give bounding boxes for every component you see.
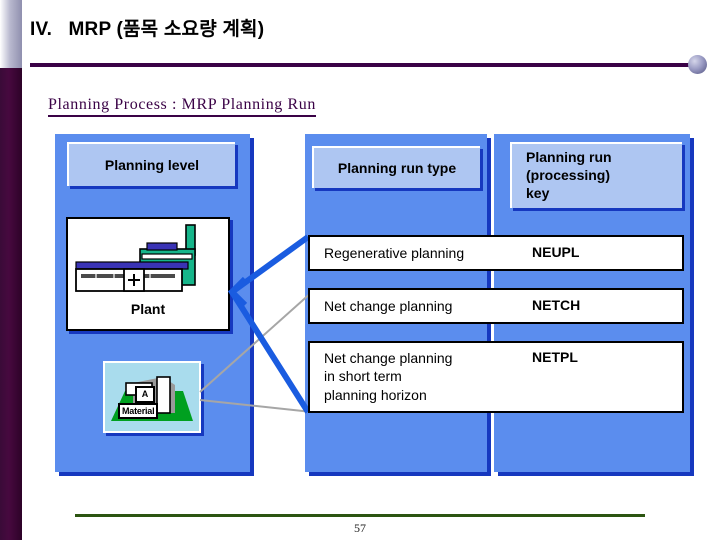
row-planning-run-type: Regenerative planning: [324, 245, 465, 261]
plant-level-card[interactable]: Plant: [66, 217, 230, 331]
material-level-card[interactable]: A Material: [103, 361, 201, 433]
footer-divider-rule: [75, 514, 645, 517]
table-row[interactable]: Regenerative planning NEUPL: [308, 235, 684, 271]
factory-plant-icon: [75, 224, 196, 292]
column-header-planning-run-key: Planning run (processing) key: [510, 142, 682, 208]
row-planning-run-key: NETPL: [532, 349, 578, 365]
column-header-planning-run-type: Planning run type: [312, 146, 480, 188]
page-title: IV. MRP (품목 소요량 계획): [30, 19, 265, 40]
column-header-planning-run-type-label: Planning run type: [337, 160, 457, 176]
row-planning-run-type: Net change planning: [324, 298, 453, 314]
row-planning-run-type: Net change planning in short term planni…: [324, 350, 453, 403]
column-header-planning-level-label: Planning level: [104, 157, 200, 173]
material-block-label: A: [135, 386, 155, 403]
left-rail-gradient: [0, 0, 22, 68]
table-row[interactable]: Net change planning in short term planni…: [308, 341, 684, 413]
header-divider-rule: [30, 63, 690, 67]
column-header-key-line2: (processing): [526, 167, 611, 184]
column-header-key-line3: key: [526, 184, 550, 201]
row-planning-run-key: NEUPL: [532, 244, 580, 260]
material-caption: Material: [118, 403, 159, 419]
table-row[interactable]: Net change planning NETCH: [308, 288, 684, 324]
plant-caption: Plant: [130, 301, 166, 317]
page-number: 57: [354, 521, 366, 535]
row-planning-run-key: NETCH: [532, 297, 581, 313]
column-header-key-line1: Planning run: [526, 149, 612, 166]
section-subtitle: Planning Process : MRP Planning Run: [48, 96, 316, 117]
column-header-planning-level: Planning level: [67, 142, 235, 186]
sphere-bullet-icon: [688, 55, 707, 74]
left-rail-band: [0, 68, 22, 540]
